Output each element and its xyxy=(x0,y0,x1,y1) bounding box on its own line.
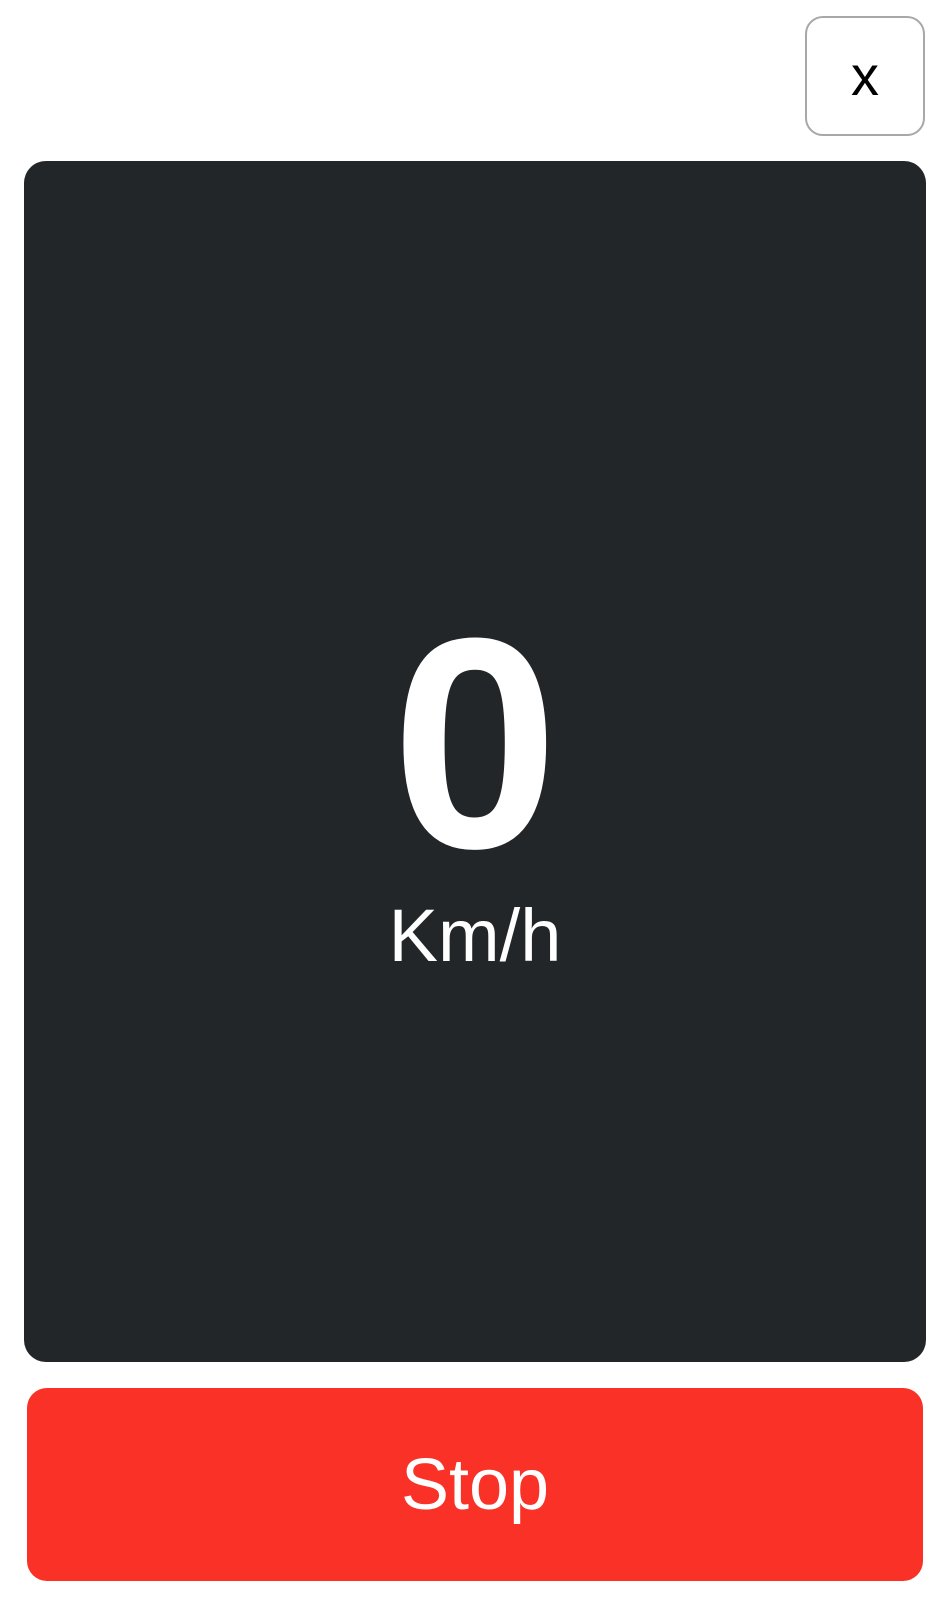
stop-button-label: Stop xyxy=(400,1444,550,1525)
stop-button[interactable]: Stop xyxy=(27,1388,923,1581)
close-label: x xyxy=(851,44,879,107)
speed-display-panel: 0 Km/h xyxy=(24,161,926,1362)
speed-unit: Km/h xyxy=(388,894,562,977)
close-button[interactable]: x xyxy=(805,16,925,136)
speed-value: 0 xyxy=(391,575,559,911)
